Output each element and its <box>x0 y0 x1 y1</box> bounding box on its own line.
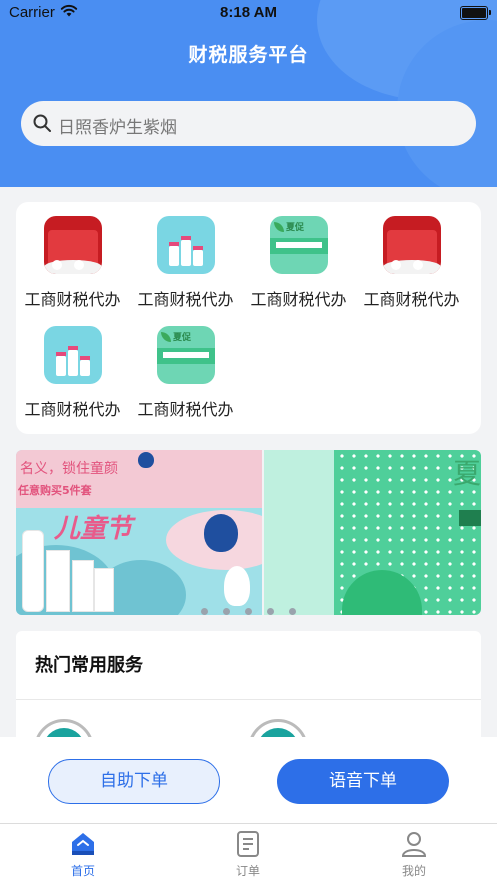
product-thumbnail <box>157 216 215 274</box>
balloon-icon <box>138 452 154 468</box>
promo-banner-carousel[interactable]: 名义，锁住童颜 任意购买5件套 儿童节 夏 <box>16 450 481 615</box>
hot-services-section: 热门常用服务 <box>16 631 481 779</box>
voice-order-button[interactable]: 语音下单 <box>277 759 449 804</box>
banner-slide-childrens-day[interactable]: 名义，锁住童颜 任意购买5件套 儿童节 <box>16 450 262 615</box>
tab-label: 订单 <box>235 864 260 878</box>
tab-label: 我的 <box>401 864 426 878</box>
banner-cta <box>459 510 481 526</box>
service-grid: 工商财税代办 工商财税代办 夏促 工商财税代办 工商财税代办 工商财税代办 夏促… <box>16 202 481 434</box>
grid-item-label: 工商财税代办 <box>24 290 121 309</box>
banner-headline: 夏 <box>452 457 481 490</box>
status-bar: Carrier 8:18 AM <box>0 0 497 26</box>
order-action-bar: 自助下单 语音下单 <box>0 737 497 823</box>
divider <box>16 699 481 700</box>
tab-bar: 首页 订单 我的 <box>0 823 497 884</box>
pager-dot[interactable] <box>245 608 252 615</box>
christmas-thumbnail <box>44 216 102 274</box>
header: Carrier 8:18 AM 财税服务平台 日照香炉生紫烟 <box>0 0 497 187</box>
page-title: 财税服务平台 <box>188 44 309 66</box>
banner-headline: 儿童节 <box>54 514 133 544</box>
search-input[interactable]: 日照香炉生紫烟 <box>21 101 476 146</box>
summer-sale-thumbnail: 夏促 <box>157 326 215 384</box>
search-placeholder: 日照香炉生紫烟 <box>58 118 177 138</box>
product-thumbnail <box>44 326 102 384</box>
battery-icon <box>460 6 491 20</box>
status-time: 8:18 AM <box>220 4 277 21</box>
grid-item-label: 工商财税代办 <box>24 400 121 419</box>
grid-item[interactable]: 工商财税代办 <box>16 312 129 422</box>
grid-item-label: 工商财税代办 <box>363 290 460 309</box>
grid-item-label: 工商财税代办 <box>250 290 347 309</box>
banner-tagline: 名义，锁住童颜 <box>20 461 118 477</box>
carousel-pager[interactable] <box>16 600 481 615</box>
pager-dot[interactable] <box>267 608 275 615</box>
balloon-icon <box>204 514 238 552</box>
section-heading: 热门常用服务 <box>35 655 143 676</box>
pager-dot[interactable] <box>289 608 297 615</box>
order-document-icon <box>234 830 262 862</box>
search-icon <box>32 113 52 137</box>
banner-offer: 任意购买5件套 <box>18 484 92 497</box>
grid-item[interactable]: 工商财税代办 <box>355 202 468 312</box>
grid-item[interactable]: 夏促 工商财税代办 <box>242 202 355 312</box>
pager-dot[interactable] <box>200 608 208 615</box>
grid-item[interactable]: 工商财税代办 <box>16 202 129 312</box>
self-order-button[interactable]: 自助下单 <box>48 759 220 804</box>
tab-label: 首页 <box>70 864 95 878</box>
banner-slide-summer[interactable]: 夏 <box>264 450 481 615</box>
summer-sale-thumbnail: 夏促 <box>270 216 328 274</box>
christmas-thumbnail <box>383 216 441 274</box>
grid-item[interactable]: 工商财税代办 <box>129 202 242 312</box>
pager-dot[interactable] <box>222 608 230 615</box>
home-icon <box>69 830 97 862</box>
grid-item[interactable]: 夏促 工商财税代办 <box>129 312 242 422</box>
user-profile-icon <box>400 830 428 862</box>
grid-item-label: 工商财税代办 <box>137 290 234 309</box>
grid-item-label: 工商财税代办 <box>137 400 234 419</box>
